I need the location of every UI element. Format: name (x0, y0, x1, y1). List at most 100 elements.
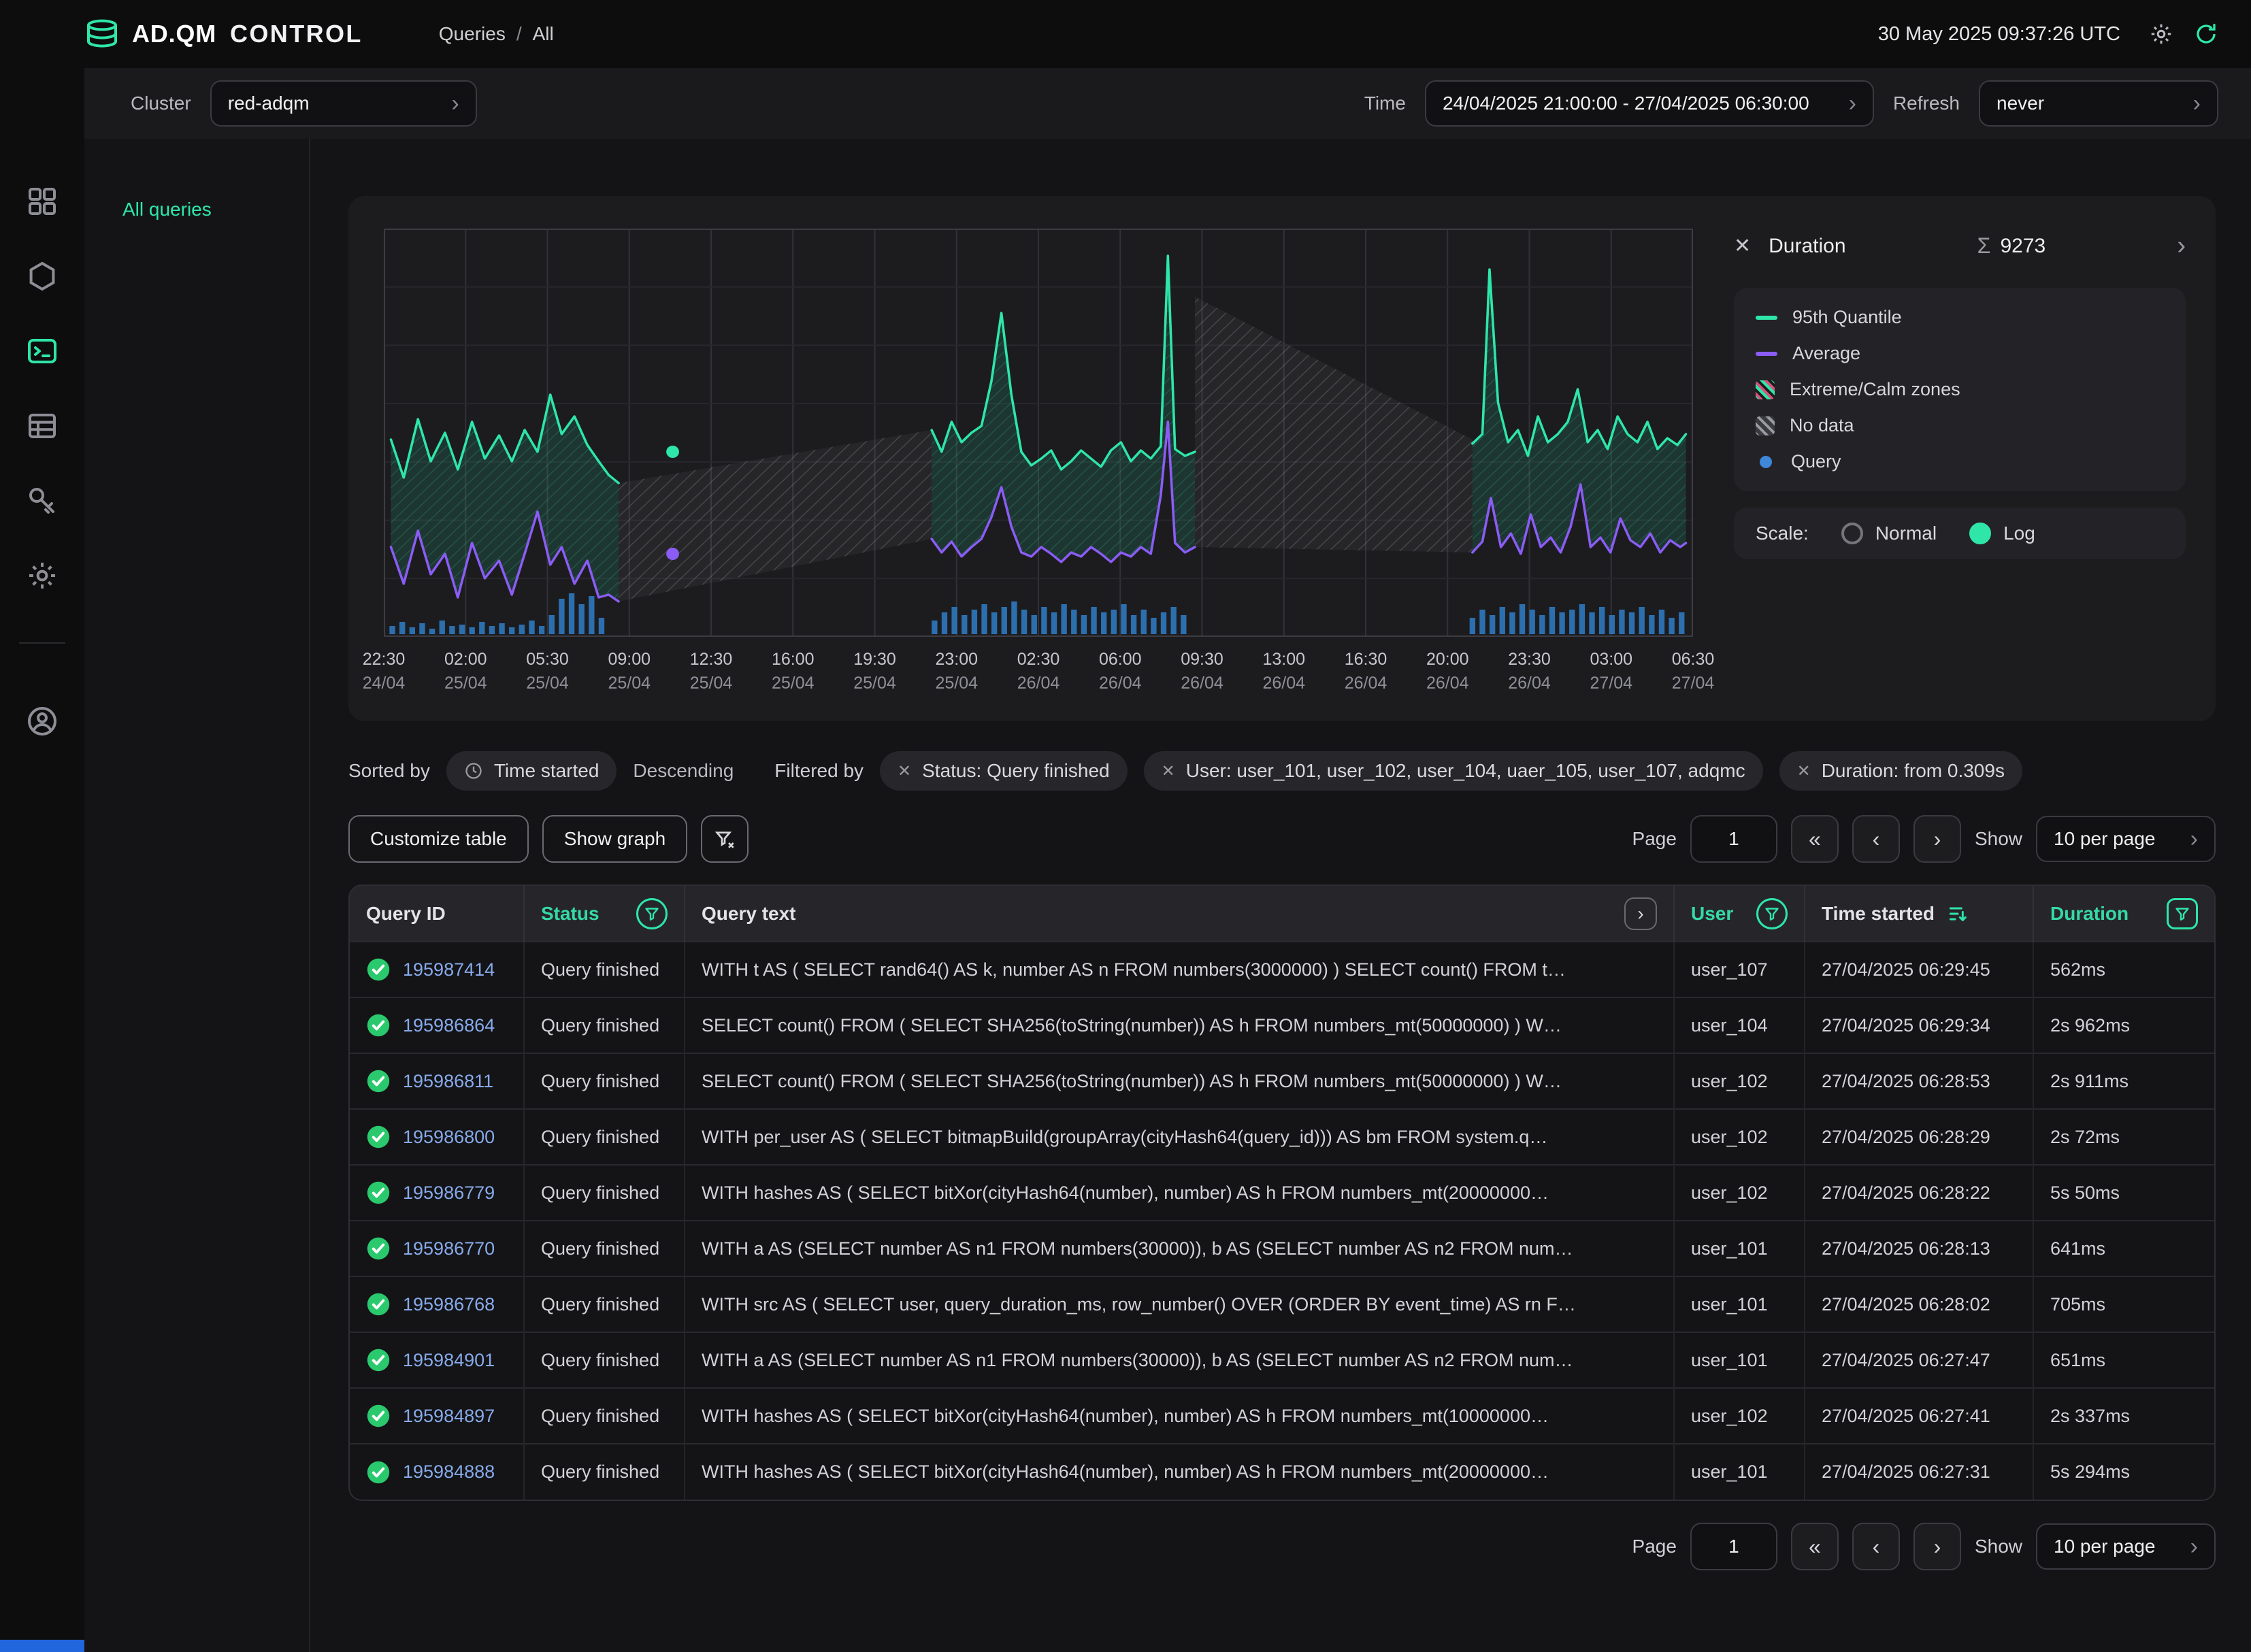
duration-filter-icon[interactable] (2167, 897, 2198, 929)
terminal-icon[interactable] (26, 335, 59, 367)
customize-table-button[interactable]: Customize table (348, 815, 529, 863)
main-content: 22:30 24/04 02:00 25/04 05:30 25/04 09:00 25/04… (310, 139, 2251, 1652)
breadcrumb-queries[interactable]: Queries (439, 23, 506, 45)
per-page-select[interactable]: 10 per page › (2036, 816, 2216, 862)
table-row[interactable]: 195986800 Query finished WITH per_user A… (350, 1108, 2214, 1165)
col-header-user[interactable]: User (1674, 886, 1805, 942)
page-number-input[interactable] (1690, 815, 1777, 863)
table-row[interactable]: 195986864 Query finished SELECT count() … (350, 997, 2214, 1053)
bottom-edge-accent (0, 1640, 84, 1652)
chevron-right-icon: › (2190, 826, 2198, 852)
duration-header: ✕ Duration Σ 9273 › (1734, 231, 2186, 261)
clear-filters-button[interactable] (701, 815, 749, 863)
x-axis-tick-label: 19:30 25/04 (853, 650, 896, 693)
refresh-icon[interactable] (2194, 22, 2218, 46)
query-id-link[interactable]: 195987414 (403, 959, 495, 980)
filter-pill[interactable]: ✕ User: user_101, user_102, user_104, ua… (1143, 751, 1763, 791)
legend-swatch-icon (1760, 455, 1772, 468)
query-id-link[interactable]: 195986864 (403, 1015, 495, 1036)
query-id-link[interactable]: 195984897 (403, 1406, 495, 1427)
query-text-cell: WITH per_user AS ( SELECT bitmapBuild(gr… (685, 1108, 1675, 1165)
user-cell: user_102 (1674, 1164, 1805, 1221)
filter-toolbar: Cluster red-adqm › Time 24/04/2025 21:00… (84, 68, 2251, 139)
user-cell: user_104 (1674, 997, 1805, 1053)
per-page-select[interactable]: 10 per page › (2036, 1523, 2216, 1570)
settings-gear-icon[interactable] (2149, 22, 2173, 46)
page-number-input[interactable] (1690, 1523, 1777, 1570)
time-started-cell: 27/04/2025 06:27:31 (1805, 1443, 2034, 1500)
key-icon[interactable] (26, 484, 59, 517)
query-id-link[interactable]: 195986779 (403, 1183, 495, 1204)
scale-normal-radio[interactable]: Normal (1841, 523, 1937, 544)
breadcrumb: Queries / All (439, 23, 554, 45)
tables-icon[interactable] (26, 410, 59, 442)
query-sum: Σ 9273 (1977, 233, 2046, 259)
filter-pill[interactable]: ✕ Duration: from 0.309s (1779, 751, 2022, 791)
col-header-status[interactable]: Status (524, 886, 685, 942)
close-icon[interactable]: ✕ (1734, 234, 1751, 258)
show-graph-button[interactable]: Show graph (542, 815, 688, 863)
secondary-nav: All queries (84, 139, 310, 1652)
duration-chart[interactable] (384, 229, 1693, 637)
table-row[interactable]: 195986779 Query finished WITH hashes AS … (350, 1164, 2214, 1221)
query-id-link[interactable]: 195984888 (403, 1461, 495, 1483)
pagination-top: Page « ‹ › Show 10 per page › (1632, 815, 2216, 863)
x-axis-tick-label: 09:30 26/04 (1181, 650, 1223, 693)
remove-filter-icon[interactable]: ✕ (1797, 761, 1811, 781)
breadcrumb-all[interactable]: All (533, 23, 554, 45)
prev-page-button[interactable]: ‹ (1852, 815, 1900, 863)
x-axis-tick-label: 23:30 26/04 (1508, 650, 1551, 693)
remove-filter-icon[interactable]: ✕ (898, 761, 911, 781)
user-filter-icon[interactable] (1756, 897, 1788, 929)
clock-icon (465, 763, 482, 779)
next-page-button[interactable]: › (1913, 1523, 1961, 1570)
hexagon-cluster-icon[interactable] (26, 260, 59, 293)
time-started-cell: 27/04/2025 06:28:29 (1805, 1108, 2034, 1165)
query-id-link[interactable]: 195986770 (403, 1238, 495, 1259)
query-id-link[interactable]: 195984901 (403, 1350, 495, 1371)
filter-clear-icon (714, 831, 734, 848)
table-row[interactable]: 195986811 Query finished SELECT count() … (350, 1053, 2214, 1109)
profile-icon[interactable] (26, 705, 59, 738)
table-row[interactable]: 195984901 Query finished WITH a AS (SELE… (350, 1332, 2214, 1388)
refresh-interval-select[interactable]: never › (1979, 80, 2218, 127)
dashboard-icon[interactable] (26, 185, 59, 218)
col-header-query-id[interactable]: Query ID (350, 886, 525, 942)
next-page-button[interactable]: › (1913, 815, 1961, 863)
time-range-select[interactable]: 24/04/2025 21:00:00 - 27/04/2025 06:30:0… (1424, 80, 1874, 127)
table-row[interactable]: 195986770 Query finished WITH a AS (SELE… (350, 1220, 2214, 1276)
status-filter-icon[interactable] (636, 897, 668, 929)
legend-label: Query (1791, 451, 1841, 472)
col-header-time-started[interactable]: Time started (1805, 886, 2034, 942)
chevron-right-icon[interactable]: › (2177, 231, 2186, 261)
queries-table: Query ID Status Query text › User Time s… (348, 885, 2216, 1501)
prev-page-button[interactable]: ‹ (1852, 1523, 1900, 1570)
status-cell: Query finished (524, 1053, 685, 1109)
query-id-link[interactable]: 195986800 (403, 1127, 495, 1148)
filter-pill[interactable]: ✕ Status: Query finished (880, 751, 1128, 791)
table-row[interactable]: 195984888 Query finished WITH hashes AS … (350, 1443, 2214, 1500)
nav-all-queries[interactable]: All queries (122, 199, 212, 220)
table-header-row: Query ID Status Query text › User Time s… (350, 886, 2214, 942)
query-text-cell: WITH hashes AS ( SELECT bitXor(cityHash6… (685, 1164, 1675, 1221)
cluster-select[interactable]: red-adqm › (210, 80, 477, 127)
logo-db-icon (87, 19, 117, 48)
query-id-link[interactable]: 195986768 (403, 1294, 495, 1315)
col-header-query-text[interactable]: Query text › (685, 886, 1675, 942)
sort-field-pill[interactable]: Time started (446, 751, 617, 791)
x-axis-tick-label: 16:30 26/04 (1344, 650, 1387, 693)
table-row[interactable]: 195984897 Query finished WITH hashes AS … (350, 1387, 2214, 1444)
first-page-button[interactable]: « (1790, 815, 1839, 863)
first-page-button[interactable]: « (1790, 1523, 1839, 1570)
app-logo[interactable]: AD.QM CONTROL (84, 19, 363, 49)
status-cell: Query finished (524, 1443, 685, 1500)
table-row[interactable]: 195986768 Query finished WITH src AS ( S… (350, 1276, 2214, 1332)
remove-filter-icon[interactable]: ✕ (1162, 761, 1175, 781)
gear-icon[interactable] (26, 559, 59, 592)
col-header-duration[interactable]: Duration (2033, 886, 2214, 942)
x-axis-tick-label: 02:30 26/04 (1017, 650, 1060, 693)
table-row[interactable]: 195987414 Query finished WITH t AS ( SEL… (350, 941, 2214, 997)
expand-query-text-button[interactable]: › (1624, 897, 1657, 930)
scale-log-radio[interactable]: Log (1969, 523, 2035, 544)
query-id-link[interactable]: 195986811 (403, 1071, 493, 1092)
